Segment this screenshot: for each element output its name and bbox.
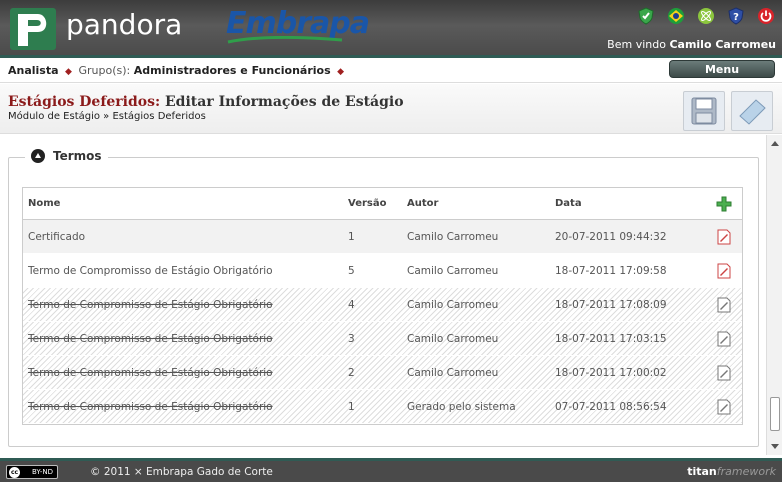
cell-version: 4 bbox=[348, 298, 355, 311]
shield-icon[interactable] bbox=[636, 6, 656, 26]
diamond-icon: ◆ bbox=[65, 67, 72, 77]
cell-version: 2 bbox=[348, 366, 355, 379]
cell-date: 20-07-2011 09:44:32 bbox=[555, 230, 667, 243]
cell-author: Camilo Carromeu bbox=[407, 298, 499, 311]
groups-value[interactable]: Administradores e Funcionários bbox=[134, 64, 331, 77]
groups-label: Grupo(s): bbox=[78, 64, 131, 77]
cell-version: 1 bbox=[348, 400, 355, 413]
framework-name-a: titan bbox=[687, 465, 717, 478]
cell-author: Camilo Carromeu bbox=[407, 264, 499, 277]
eraser-icon bbox=[739, 99, 766, 125]
diamond-icon: ◆ bbox=[337, 67, 345, 77]
floppy-icon bbox=[691, 97, 717, 125]
page-title-rest: Editar Informações de Estágio bbox=[165, 94, 404, 110]
cell-author: Gerado pelo sistema bbox=[407, 400, 516, 413]
cc-icon: cc bbox=[9, 467, 20, 478]
terms-legend[interactable]: Termos bbox=[25, 149, 108, 163]
copyright: © 2011 × Embrapa Gado de Corte bbox=[90, 466, 273, 478]
pen-gray-icon[interactable] bbox=[715, 296, 733, 314]
scroll-up-icon[interactable] bbox=[771, 141, 779, 146]
table-row[interactable]: Termo de Compromisso de Estágio Obrigató… bbox=[23, 322, 742, 356]
header-author: Autor bbox=[407, 198, 439, 209]
cell-version: 5 bbox=[348, 264, 355, 277]
cell-author: Camilo Carromeu bbox=[407, 366, 499, 379]
header-name: Nome bbox=[28, 198, 61, 209]
welcome-prefix: Bem vindo bbox=[607, 38, 666, 51]
scroll-thumb[interactable] bbox=[770, 397, 780, 431]
header-icons: ? bbox=[636, 6, 776, 26]
user-role[interactable]: Analista bbox=[8, 64, 59, 77]
user-name[interactable]: Camilo Carromeu bbox=[669, 38, 776, 51]
pen-gray-icon[interactable] bbox=[715, 364, 733, 382]
cell-date: 07-07-2011 08:56:54 bbox=[555, 400, 667, 413]
terms-table: Nome Versão Autor Data Certificado 1 Cam… bbox=[22, 187, 743, 425]
scroll-down-icon[interactable] bbox=[771, 444, 779, 449]
help-shield-icon[interactable]: ? bbox=[726, 6, 746, 26]
table-row[interactable]: Termo de Compromisso de Estágio Obrigató… bbox=[23, 288, 742, 322]
cell-name: Termo de Compromisso de Estágio Obrigató… bbox=[28, 332, 273, 345]
group-bar: Analista ◆ Grupo(s): Administradores e F… bbox=[0, 58, 782, 83]
footer: cc BY-ND © 2011 × Embrapa Gado de Corte … bbox=[0, 458, 782, 482]
svg-text:?: ? bbox=[733, 12, 739, 23]
brazil-flag-icon[interactable] bbox=[666, 6, 686, 26]
pdf-pen-icon[interactable] bbox=[715, 262, 733, 280]
app-header: pandora Embrapa ? Bem vindo Camilo Carro… bbox=[0, 0, 782, 57]
titan-framework-logo[interactable]: titanframework bbox=[687, 465, 776, 478]
pdf-pen-icon[interactable] bbox=[715, 228, 733, 246]
header-version: Versão bbox=[348, 198, 387, 209]
cell-date: 18-07-2011 17:03:15 bbox=[555, 332, 667, 345]
cell-name: Termo de Compromisso de Estágio Obrigató… bbox=[28, 298, 273, 311]
cell-name: Termo de Compromisso de Estágio Obrigató… bbox=[28, 366, 273, 379]
edit-button[interactable] bbox=[731, 91, 773, 131]
table-row[interactable]: Termo de Compromisso de Estágio Obrigató… bbox=[23, 254, 742, 288]
menu-button[interactable]: Menu bbox=[669, 60, 775, 78]
power-icon[interactable] bbox=[756, 6, 776, 26]
cell-author: Camilo Carromeu bbox=[407, 332, 499, 345]
license-label: BY-ND bbox=[31, 468, 53, 476]
content-area: Termos Nome Versão Autor Data Certificad… bbox=[0, 135, 766, 455]
table-row[interactable]: Termo de Compromisso de Estágio Obrigató… bbox=[23, 356, 742, 390]
embrapa-wave-icon bbox=[227, 36, 343, 44]
cell-author: Camilo Carromeu bbox=[407, 230, 499, 243]
atom-icon[interactable] bbox=[696, 6, 716, 26]
brand-name: pandora bbox=[66, 8, 183, 41]
title-area: Estágios Deferidos: Editar Informações d… bbox=[0, 84, 782, 134]
cell-date: 18-07-2011 17:00:02 bbox=[555, 366, 667, 379]
cell-name: Termo de Compromisso de Estágio Obrigató… bbox=[28, 400, 273, 413]
cell-version: 1 bbox=[348, 230, 355, 243]
page-title-highlight: Estágios Deferidos: bbox=[8, 94, 161, 110]
pen-gray-icon[interactable] bbox=[715, 398, 733, 416]
vertical-scrollbar[interactable] bbox=[766, 135, 782, 455]
table-header: Nome Versão Autor Data bbox=[23, 188, 742, 220]
collapse-icon[interactable] bbox=[31, 149, 45, 163]
page-title: Estágios Deferidos: Editar Informações d… bbox=[8, 94, 404, 110]
pen-gray-icon[interactable] bbox=[715, 330, 733, 348]
plus-icon[interactable] bbox=[715, 195, 733, 213]
cell-name: Certificado bbox=[28, 230, 86, 243]
table-row[interactable]: Termo de Compromisso de Estágio Obrigató… bbox=[23, 390, 742, 424]
header-date: Data bbox=[555, 198, 582, 209]
welcome-message: Bem vindo Camilo Carromeu bbox=[607, 38, 776, 51]
framework-name-b: framework bbox=[716, 465, 776, 478]
cell-name: Termo de Compromisso de Estágio Obrigató… bbox=[28, 264, 273, 277]
cc-license-badge[interactable]: cc BY-ND bbox=[6, 465, 58, 479]
cell-version: 3 bbox=[348, 332, 355, 345]
table-row[interactable]: Certificado 1 Camilo Carromeu 20-07-2011… bbox=[23, 220, 742, 254]
save-button[interactable] bbox=[683, 91, 725, 131]
cell-date: 18-07-2011 17:08:09 bbox=[555, 298, 667, 311]
breadcrumb[interactable]: Módulo de Estágio » Estágios Deferidos bbox=[8, 111, 206, 122]
cell-date: 18-07-2011 17:09:58 bbox=[555, 264, 667, 277]
terms-legend-label: Termos bbox=[53, 149, 102, 163]
group-info: Analista ◆ Grupo(s): Administradores e F… bbox=[8, 64, 347, 77]
pandora-logo-icon bbox=[10, 8, 56, 50]
